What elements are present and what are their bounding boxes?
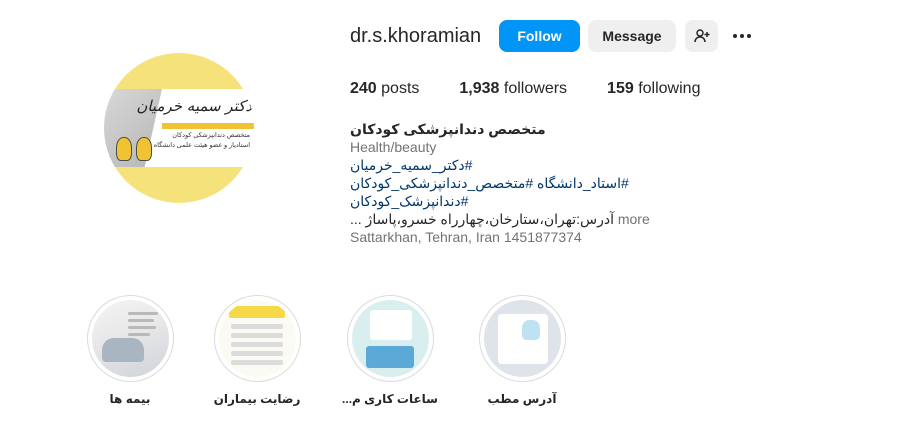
follow-button[interactable]: Follow — [499, 20, 580, 52]
dental-chair-icon — [101, 338, 144, 362]
bio-name: متخصص دندانپزشکی کودکان — [350, 121, 546, 137]
bio-hashtag-line-2[interactable]: #استاد_دانشگاه #متخصص_دندانپزشکی_کودکان — [350, 174, 650, 192]
more-horizontal-icon — [747, 34, 751, 38]
highlight-item[interactable]: ساعات کاری م... — [340, 295, 440, 406]
profile-bio: متخصص دندانپزشکی کودکان Health/beauty #د… — [350, 120, 650, 246]
address-card-icon — [497, 314, 548, 364]
following-label: following — [638, 80, 701, 97]
profile-username: dr.s.khoramian — [350, 25, 482, 47]
highlight-item[interactable]: آدرس مطب — [472, 295, 572, 406]
highlight-thumbnail — [218, 300, 296, 377]
tooth-icon — [116, 137, 132, 161]
tooth-icon — [521, 320, 540, 340]
highlight-label: ساعات کاری م... — [342, 392, 438, 406]
more-options-button[interactable] — [729, 24, 755, 48]
highlight-ring — [213, 295, 301, 382]
bio-category: Health/beauty — [350, 139, 437, 155]
followers-stat[interactable]: 1,938 followers — [459, 80, 567, 98]
bio-location[interactable]: Sattarkhan, Tehran, Iran 1451877374 — [350, 228, 650, 246]
posts-label: posts — [381, 80, 420, 97]
bio-address-text: آدرس:تهران،ستارخان،چهارراه خسرو،پاساژ ..… — [350, 211, 614, 227]
highlight-ring — [478, 295, 566, 382]
followers-count: 1,938 — [459, 80, 500, 97]
person-add-icon — [693, 29, 709, 43]
schedule-card-icon — [369, 310, 412, 340]
more-horizontal-icon — [733, 34, 737, 38]
bio-hashtag-line-3[interactable]: #دندانپزشک_کودکان — [350, 192, 650, 210]
profile-stats: 240 posts 1,938 followers 159 following — [350, 80, 740, 98]
text-lines-icon — [127, 312, 162, 340]
bio-more-link[interactable]: more — [618, 211, 650, 227]
posts-stat: 240 posts — [350, 80, 419, 98]
highlight-item[interactable]: رضایت بیماران — [207, 295, 307, 406]
more-horizontal-icon — [740, 34, 744, 38]
avatar-logo-text: دکتر سمیه خرمیان — [136, 97, 252, 115]
highlight-label: بیمه ها — [109, 392, 151, 406]
highlight-thumbnail — [351, 300, 429, 377]
avatar-yellow-band — [162, 123, 254, 129]
tooth-icon — [136, 137, 152, 161]
highlight-item[interactable]: بیمه ها — [80, 295, 180, 406]
avatar-subtitle-2: استادیار و عضو هیئت علمی دانشگاه — [153, 142, 250, 149]
highlight-thumbnail — [483, 300, 561, 377]
bio-hashtag-line-1[interactable]: #دکتر_سمیه_خرمیان — [350, 156, 650, 174]
highlight-thumbnail — [91, 300, 169, 377]
following-stat[interactable]: 159 following — [607, 80, 700, 98]
following-count: 159 — [607, 80, 634, 97]
add-user-button[interactable] — [685, 20, 718, 52]
highlight-label: رضایت بیماران — [213, 392, 301, 406]
message-button[interactable]: Message — [588, 20, 676, 52]
highlight-ring — [86, 295, 174, 382]
doctor-illustration-icon — [365, 346, 414, 368]
review-header-icon — [228, 306, 285, 318]
followers-label: followers — [503, 80, 568, 97]
profile-avatar[interactable]: دکتر سمیه خرمیان متخصص دندانپزشکی کودکان… — [104, 53, 254, 203]
avatar-subtitle-1: متخصص دندانپزشکی کودکان — [172, 132, 250, 139]
story-highlights: بیمه ها رضایت بیماران ساعات کاری م... آد… — [80, 295, 600, 415]
highlight-label: آدرس مطب — [487, 392, 557, 406]
bio-address-line: آدرس:تهران،ستارخان،چهارراه خسرو،پاساژ ..… — [350, 210, 650, 228]
highlight-ring — [346, 295, 434, 382]
posts-count: 240 — [350, 80, 377, 97]
